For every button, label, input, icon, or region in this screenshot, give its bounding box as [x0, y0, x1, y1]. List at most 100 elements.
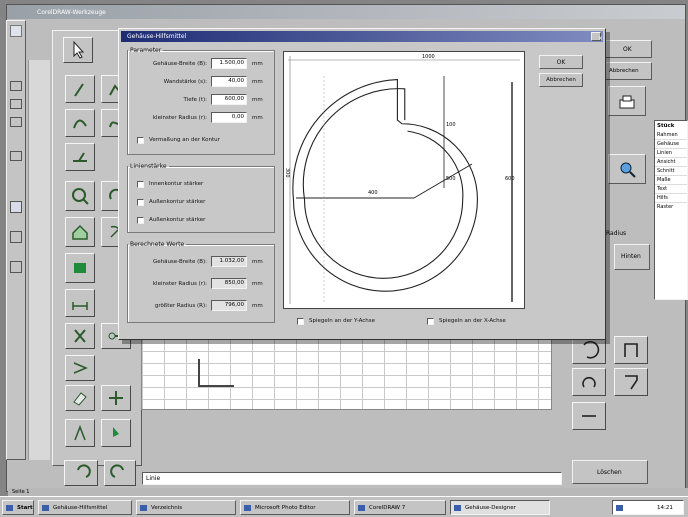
ok-button[interactable]: OK [539, 55, 583, 69]
corner-tool-button[interactable] [614, 336, 648, 364]
select-icon[interactable] [10, 81, 22, 91]
search-button[interactable] [608, 154, 646, 184]
taskbar-item-active[interactable]: Gehäuse-Designer [450, 500, 550, 515]
pick-tool-button[interactable] [101, 419, 131, 447]
dimension-tool-button[interactable] [65, 289, 95, 317]
angle-tool-button[interactable] [65, 143, 95, 171]
list-item[interactable]: Hilfs [655, 194, 687, 203]
mirror-y-checkbox[interactable] [297, 318, 304, 325]
option-checkbox[interactable] [137, 199, 144, 206]
drawing-canvas[interactable] [141, 338, 552, 410]
close-button[interactable]: × [591, 32, 603, 42]
cancel-button[interactable]: Abbrechen [539, 73, 583, 87]
result-label: größter Radius (R): [154, 303, 207, 309]
undo-button[interactable] [64, 460, 98, 486]
param-unit: mm [252, 61, 263, 67]
taskbar: Start Gehäuse-Hilfsmittel Verzeichnis Mi… [0, 496, 688, 517]
result-field: 1.032,00 [211, 256, 247, 267]
printer-icon [619, 95, 635, 109]
preview-mid-label: 400 [368, 190, 378, 196]
taskbar-item[interactable]: Microsoft Photo Editor [240, 500, 350, 515]
page-tab-label: Seite 1 [12, 489, 30, 495]
house-tool-button[interactable] [65, 217, 95, 247]
preview-canvas: 1000 300 400 500 600 100 [283, 51, 525, 309]
option-checkbox[interactable] [137, 217, 144, 224]
option-label: Außenkontur stärker [149, 199, 206, 205]
bg-ok-button[interactable]: OK [604, 40, 652, 58]
text-icon[interactable] [10, 261, 22, 273]
mirror-y-label: Spiegeln an der Y-Achse [309, 318, 376, 324]
taskbar-item[interactable]: Verzeichnis [136, 500, 236, 515]
node-icon[interactable] [10, 99, 22, 109]
search-icon [620, 162, 636, 178]
list-item[interactable]: Ansicht [655, 158, 687, 167]
chamfer-tool-button[interactable] [614, 368, 648, 396]
vermassung-checkbox[interactable] [137, 137, 144, 144]
house-icon [72, 224, 88, 240]
bg-cancel-button[interactable]: Abbrechen [604, 62, 652, 80]
list-item[interactable]: Rahmen [655, 131, 687, 140]
command-input[interactable]: Linie [142, 472, 562, 485]
curve-tool-button[interactable] [65, 109, 95, 137]
param-label: Tiefe (t): [183, 97, 207, 103]
hinten-button[interactable]: Hinten [614, 244, 650, 270]
file-icon[interactable] [10, 25, 22, 37]
undo-icon [77, 464, 91, 478]
line-horizontal-button[interactable] [572, 402, 606, 430]
dialog-title-bar: Gehäuse-Hilfsmittel × [121, 31, 603, 42]
print-button[interactable] [608, 86, 646, 116]
param-field-radius[interactable]: 0,00 [211, 112, 247, 123]
fill-tool-button[interactable] [65, 253, 95, 283]
preview-left-label: 300 [284, 168, 290, 178]
zoom-tool-button[interactable] [65, 181, 95, 211]
pencil-icon[interactable] [10, 117, 22, 127]
list-item[interactable]: Linien [655, 149, 687, 158]
scissors-tool-button[interactable] [65, 323, 95, 349]
left-toolbox [6, 20, 26, 460]
result-unit: mm [252, 281, 263, 287]
ellipse-icon[interactable] [10, 231, 22, 243]
canvas-line [198, 359, 200, 387]
param-field-breite[interactable]: 1.500,00 [211, 58, 247, 69]
redo-icon [110, 464, 124, 478]
list-item[interactable]: Maße [655, 176, 687, 185]
preview-right-label: 600 [505, 176, 515, 182]
taskbar-item[interactable]: CorelDRAW 7 [354, 500, 446, 515]
option-checkbox[interactable] [137, 181, 144, 188]
dimension-icon [72, 302, 88, 310]
curve-icon [73, 119, 87, 129]
param-label: kleinster Radius (r): [152, 115, 207, 121]
panel-label: Radius [606, 230, 627, 237]
list-item[interactable]: Schnitt [655, 167, 687, 176]
result-unit: mm [252, 259, 263, 265]
result-field: 796,00 [211, 300, 247, 311]
layer-list[interactable]: Stück Rahmen Gehäuse Linien Ansicht Schn… [654, 120, 688, 300]
list-item[interactable]: Raster [655, 203, 687, 211]
measure-tool-button[interactable] [65, 419, 95, 447]
list-item[interactable]: Text [655, 185, 687, 194]
start-button[interactable]: Start [2, 500, 34, 515]
line-tool-button[interactable] [65, 75, 95, 103]
taskbar-item[interactable]: Gehäuse-Hilfsmittel [38, 500, 132, 515]
rectangle-icon[interactable] [10, 201, 22, 213]
zoom-icon[interactable] [10, 151, 22, 161]
pointer-tool-button[interactable] [63, 37, 93, 63]
redo-button[interactable] [104, 460, 136, 486]
result-label: Gehäuse-Breite (B): [152, 259, 207, 265]
dialog-title: Gehäuse-Hilfsmittel [127, 33, 187, 40]
magnifier-icon [72, 188, 89, 205]
mirror-x-checkbox[interactable] [427, 318, 434, 325]
param-field-tiefe[interactable]: 600,00 [211, 94, 247, 105]
round-tool-button[interactable] [572, 368, 606, 396]
clock: 14:21 [657, 504, 673, 511]
fill-icon [74, 263, 86, 273]
param-field-wandstaerke[interactable]: 40,00 [211, 76, 247, 87]
move-icon [109, 391, 123, 405]
eraser-tool-button[interactable] [65, 385, 95, 411]
delete-button[interactable]: Löschen [572, 460, 648, 484]
angle-icon [73, 152, 87, 162]
split-tool-button[interactable] [65, 355, 95, 381]
move-tool-button[interactable] [101, 385, 131, 411]
list-item[interactable]: Gehäuse [655, 140, 687, 149]
arc-tool-button[interactable] [572, 336, 606, 364]
